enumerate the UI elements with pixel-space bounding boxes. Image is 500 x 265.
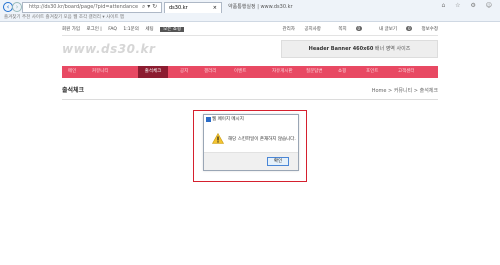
banner-text: 배너 영역 사이즈 bbox=[373, 46, 411, 52]
topbar-left: 회원 가입 로그인 | FAQ 1:1문의 세팅 모든 쇼핑 bbox=[62, 25, 189, 35]
topbar-link-highlight[interactable]: 모든 쇼핑 bbox=[160, 27, 185, 32]
menu-item[interactable]: 이벤트 bbox=[234, 66, 246, 78]
menu-item[interactable]: 자유게시판 bbox=[272, 66, 293, 78]
count-badge: 0 bbox=[356, 26, 362, 31]
header-banner[interactable]: Header Banner 460x60 배너 영역 사이즈 bbox=[281, 40, 438, 58]
menu-item[interactable]: 갤러리 bbox=[204, 66, 216, 78]
main-menu: 메인 커뮤니티 출석체크 공지 갤러리 이벤트 자유게시판 질문답변 쇼핑 포인… bbox=[62, 66, 438, 78]
topbar-link[interactable]: 공지사항 bbox=[304, 27, 321, 32]
window-icon bbox=[206, 117, 211, 122]
tab-label: 약품통행실정 | www.ds30.kr bbox=[228, 4, 293, 10]
page-title: 출석체크 bbox=[62, 87, 85, 94]
browser-tab-active[interactable]: ds30.kr × bbox=[164, 2, 222, 13]
favorites-bar[interactable]: 즐겨찾기 추천 사이트 즐겨찾기 모음 웹 조각 갤러리 ▾ 사이트 맵 bbox=[0, 13, 500, 22]
warning-icon bbox=[212, 133, 224, 144]
topbar-link[interactable]: 쪽지 0 bbox=[330, 26, 362, 32]
menu-item[interactable]: 질문답변 bbox=[306, 66, 323, 78]
browser-tab-inactive[interactable]: 약품통행실정 | www.ds30.kr bbox=[224, 2, 293, 13]
menu-item[interactable]: 공지 bbox=[180, 66, 188, 78]
topbar-link[interactable]: 내 글보기 0 bbox=[371, 26, 412, 32]
menu-item[interactable]: 포인트 bbox=[366, 66, 378, 78]
count-badge: 0 bbox=[406, 26, 412, 31]
breadcrumb[interactable]: Home > 커뮤니티 > 출석체크 bbox=[372, 84, 438, 98]
menu-item[interactable]: 커뮤니티 bbox=[92, 66, 109, 78]
tab-label: ds30.kr bbox=[169, 5, 188, 11]
topbar-link[interactable]: 정보수정 bbox=[421, 27, 438, 32]
menu-item[interactable]: 쇼핑 bbox=[338, 66, 346, 78]
site-topbar: 회원 가입 로그인 | FAQ 1:1문의 세팅 모든 쇼핑 관리자 공지사항 … bbox=[62, 25, 438, 35]
dialog-title: 웹 페이지 메시지 bbox=[212, 117, 244, 122]
dialog-message: 해당 스킨파일이 존재하지 않습니다. bbox=[228, 137, 296, 142]
ok-button[interactable]: 확인 bbox=[267, 157, 289, 166]
topbar-right: 관리자 공지사항 쪽지 0 내 글보기 0 정보수정 bbox=[274, 25, 438, 35]
toolbar-icons[interactable]: ⌂ ☆ ⚙ ☺ bbox=[441, 2, 496, 9]
search-refresh-icons[interactable]: ⌕ ▾ ↻ bbox=[142, 3, 157, 11]
page-header: 출석체크 Home > 커뮤니티 > 출석체크 bbox=[62, 84, 438, 98]
dialog-titlebar: 웹 페이지 메시지 bbox=[204, 115, 298, 124]
topbar-link[interactable]: 로그인 | bbox=[86, 27, 101, 32]
address-bar[interactable]: http://ds30.kr/board/page/?pid=attendanc… bbox=[22, 2, 162, 13]
dialog-footer: 확인 bbox=[204, 152, 298, 170]
topbar-link[interactable]: 회원 가입 bbox=[62, 27, 80, 32]
menu-item[interactable]: 메인 bbox=[68, 66, 76, 78]
site-logo[interactable]: www.ds30.kr bbox=[62, 42, 155, 56]
topbar-link[interactable]: 세팅 bbox=[145, 27, 153, 32]
banner-title: Header Banner 460x60 bbox=[308, 46, 374, 52]
dialog-body: 해당 스킨파일이 존재하지 않습니다. bbox=[204, 124, 298, 154]
browser-chrome: ‹ › http://ds30.kr/board/page/?pid=atten… bbox=[0, 0, 500, 22]
menu-item-active[interactable]: 출석체크 bbox=[138, 66, 168, 78]
alert-dialog: 웹 페이지 메시지 해당 스킨파일이 존재하지 않습니다. 확인 bbox=[203, 114, 299, 171]
topbar-link[interactable]: 1:1문의 bbox=[123, 27, 139, 32]
divider bbox=[62, 35, 438, 36]
menu-item[interactable]: 고객센터 bbox=[398, 66, 415, 78]
divider bbox=[62, 99, 438, 100]
forward-arrow-icon[interactable]: › bbox=[12, 2, 22, 12]
close-icon[interactable]: × bbox=[213, 3, 217, 13]
topbar-link[interactable]: FAQ bbox=[108, 27, 117, 32]
topbar-link[interactable]: 관리자 bbox=[282, 27, 294, 32]
